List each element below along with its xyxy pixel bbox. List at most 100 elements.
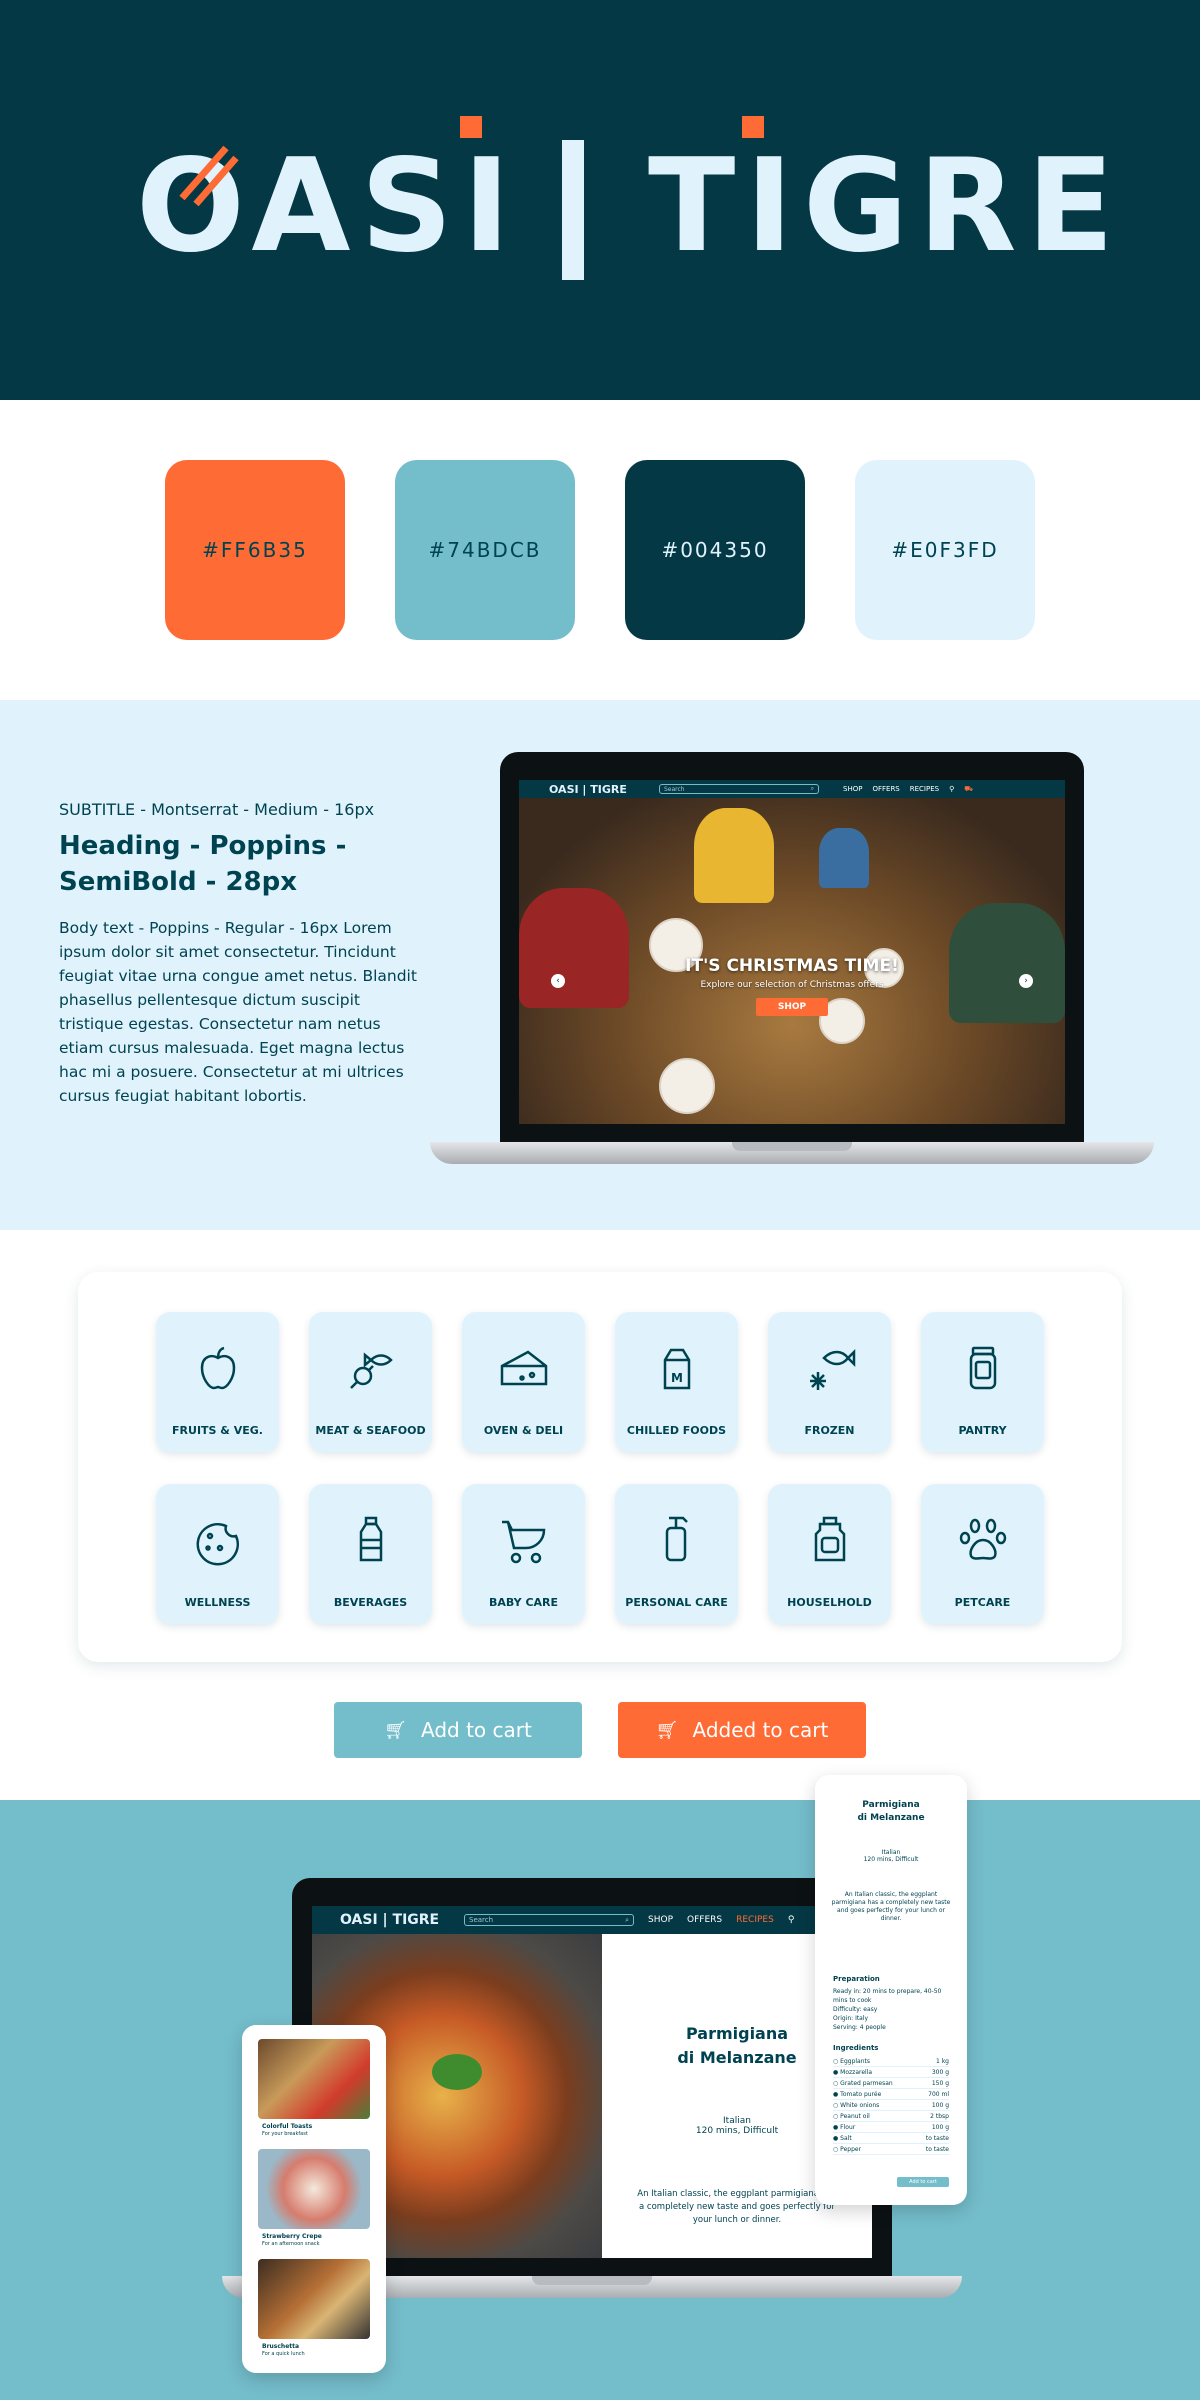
list-item-title[interactable]: Colorful Toasts (262, 2123, 312, 2130)
ingredient-qty: 100 g (931, 2101, 949, 2109)
carousel-prev-icon[interactable]: ‹ (551, 974, 565, 988)
phone-add-to-cart-button[interactable]: Add to cart (897, 2177, 949, 2187)
search-input[interactable]: Search ⌕ (659, 784, 819, 794)
category-beverages[interactable]: BEVERAGES (309, 1484, 432, 1624)
nav-shop[interactable]: SHOP (843, 785, 862, 793)
category-pantry[interactable]: PANTRY (921, 1312, 1044, 1452)
search-placeholder: Search (664, 785, 685, 793)
cart-icon[interactable]: ⛟ (964, 785, 973, 794)
ingredient-row[interactable]: ○ White onions 100 g (833, 2100, 949, 2111)
brand-logo: OASI TIGRE (136, 116, 1114, 280)
nav-recipes[interactable]: RECIPES (736, 1915, 774, 1925)
paw-icon (959, 1518, 1007, 1560)
checked-checkbox-icon[interactable]: ● (833, 2124, 838, 2131)
list-item-photo[interactable] (258, 2259, 370, 2339)
category-label: CHILLED FOODS (626, 1424, 727, 1437)
checked-checkbox-icon[interactable]: ● (833, 2069, 838, 2076)
button-label: Added to cart (692, 1718, 829, 1742)
logo-divider (562, 140, 584, 280)
swatch-light-teal: #74BDCB (395, 460, 575, 640)
category-wellness[interactable]: WELLNESS (156, 1484, 279, 1624)
list-item-photo[interactable] (258, 2039, 370, 2119)
ingredient-name: Peanut oil (840, 2112, 870, 2120)
nav-logo[interactable]: OASI | TIGRE (549, 783, 649, 796)
category-petcare[interactable]: PETCARE (921, 1484, 1044, 1624)
recipe-mockups: OASI | TIGRE Search ⌕ SHOP OFFERS RECIPES… (0, 1775, 1200, 2400)
list-item-subtitle: For your breakfast (262, 2131, 308, 2137)
typography-subtitle: SUBTITLE - Montserrat - Medium - 16px (59, 800, 375, 819)
category-chilled-foods[interactable]: M CHILLED FOODS (615, 1312, 738, 1452)
ingredient-row[interactable]: ● Mozzarella 300 g (833, 2067, 949, 2078)
checkbox-icon[interactable]: ○ (833, 2080, 838, 2087)
list-item-title[interactable]: Bruschetta (262, 2343, 299, 2350)
logo-hero: OASI TIGRE (0, 0, 1200, 400)
category-frozen[interactable]: FROZEN (768, 1312, 891, 1452)
search-input[interactable]: Search ⌕ (464, 1914, 634, 1926)
add-to-cart-button[interactable]: 🛒︎ Add to cart (334, 1702, 582, 1758)
search-icon: ⌕ (625, 1915, 629, 1924)
ingredient-row[interactable]: ● Flour 100 g (833, 2122, 949, 2133)
ingredient-row[interactable]: ○ Peanut oil 2 tbsp (833, 2111, 949, 2122)
ingredient-row[interactable]: ○ Eggplants 1 kg (833, 2056, 949, 2067)
nav-shop[interactable]: SHOP (648, 1915, 673, 1925)
nav-offers[interactable]: OFFERS (687, 1915, 722, 1925)
preparation-item: Origin: Italy (833, 2015, 869, 2022)
color-palette: #FF6B35 #74BDCB #004350 #E0F3FD (0, 400, 1200, 700)
checkbox-icon[interactable]: ○ (833, 2058, 838, 2065)
nav-logo[interactable]: OASI | TIGRE (340, 1912, 450, 1928)
ingredient-qty: 2 tbsp (930, 2112, 949, 2120)
ingredient-row[interactable]: ● Salt to taste (833, 2133, 949, 2144)
ingredient-row[interactable]: ○ Grated parmesan 150 g (833, 2078, 949, 2089)
bottle-icon (359, 1516, 383, 1562)
checkbox-icon[interactable]: ○ (833, 2102, 838, 2109)
detergent-icon (814, 1516, 846, 1562)
category-household[interactable]: HOUSELHOLD (768, 1484, 891, 1624)
nav-offers[interactable]: OFFERS (872, 785, 899, 793)
category-baby-care[interactable]: BABY CARE (462, 1484, 585, 1624)
ingredient-qty: 300 g (931, 2068, 949, 2076)
recipe-description: An Italian classic, the eggplant parmigi… (637, 2189, 837, 2225)
milk-carton-icon: M (663, 1348, 691, 1390)
category-fruits-veg[interactable]: FRUITS & VEG. (156, 1312, 279, 1452)
basil-leaves (432, 2054, 482, 2090)
banner-title: IT'S CHRISTMAS TIME! (685, 956, 899, 976)
preparation-list: Ready in: 20 mins to prepare, 40-50 mins… (833, 1987, 949, 2032)
swatch-pale-blue: #E0F3FD (855, 460, 1035, 640)
nav-recipes[interactable]: RECIPES (910, 785, 939, 793)
frozen-fish-icon (810, 1348, 856, 1390)
ingredient-qty: 700 ml (928, 2090, 949, 2098)
list-item-subtitle: For an afternoon snack (262, 2241, 320, 2247)
ingredient-row[interactable]: ○ Pepper to taste (833, 2144, 949, 2155)
checkbox-icon[interactable]: ○ (833, 2113, 838, 2120)
ingredient-qty: 150 g (931, 2079, 949, 2087)
phone-recipe-detail: Parmigiana di Melanzane Italian 120 mins… (815, 1775, 967, 2205)
preparation-heading: Preparation (833, 1975, 880, 1983)
phone-recipe-description: An Italian classic, the eggplant parmigi… (831, 1891, 951, 1922)
cart-icon: 🛒︎ (384, 1719, 407, 1741)
category-label: BABY CARE (488, 1596, 559, 1609)
phone-recipe-meta: 120 mins, Difficult (863, 1856, 919, 1863)
recipe-screen: OASI | TIGRE Search ⌕ SHOP OFFERS RECIPES… (312, 1906, 872, 2258)
logo-text-left: OASI (136, 132, 520, 280)
user-icon[interactable]: ⚲ (788, 1915, 795, 1925)
category-personal-care[interactable]: PERSONAL CARE (615, 1484, 738, 1624)
cart-icon: 🛒︎ (655, 1719, 679, 1741)
search-icon: ⌕ (810, 785, 814, 792)
checked-checkbox-icon[interactable]: ● (833, 2135, 838, 2142)
checkbox-icon[interactable]: ○ (833, 2146, 838, 2153)
added-to-cart-button[interactable]: 🛒︎ Added to cart (618, 1702, 866, 1758)
phone-recipe-title-line1: Parmigiana (862, 1800, 920, 1810)
swatch-hex: #004350 (661, 538, 769, 562)
checked-checkbox-icon[interactable]: ● (833, 2091, 838, 2098)
banner-shop-button[interactable]: SHOP (756, 998, 828, 1016)
ingredient-row[interactable]: ● Tomato purée 700 ml (833, 2089, 949, 2100)
category-oven-deli[interactable]: OVEN & DELI (462, 1312, 585, 1452)
cheese-icon (500, 1350, 548, 1386)
list-item-title[interactable]: Strawberry Crepe (262, 2233, 322, 2240)
user-icon[interactable]: ⚲ (949, 785, 954, 793)
laptop-mockup-home: OASI | TIGRE Search ⌕ SHOP OFFERS RECIPES… (430, 752, 1154, 1164)
ingredient-qty: 1 kg (935, 2057, 949, 2065)
list-item-photo[interactable] (258, 2149, 370, 2229)
carousel-next-icon[interactable]: › (1019, 974, 1033, 988)
category-meat-seafood[interactable]: MEAT & SEAFOOD (309, 1312, 432, 1452)
